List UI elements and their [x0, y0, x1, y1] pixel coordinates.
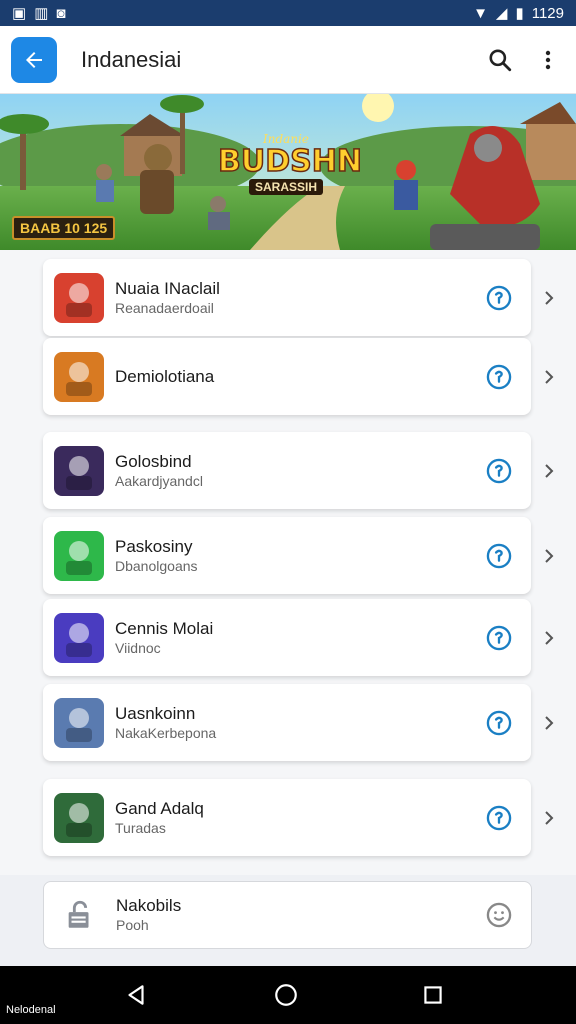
chevron-right-icon[interactable] [541, 369, 557, 385]
nav-recents-icon[interactable] [420, 982, 446, 1008]
app-icon [54, 272, 104, 323]
info-icon[interactable] [485, 542, 513, 570]
info-icon[interactable] [485, 457, 513, 485]
cell-signal-icon: ◢ [495, 5, 508, 22]
back-button[interactable] [11, 36, 57, 83]
list-item[interactable]: Demiolotiana [43, 338, 531, 415]
bottom-card-subtitle: Pooh [116, 917, 149, 933]
info-icon[interactable] [485, 804, 513, 832]
list-item-name: Nuaia INaclail [115, 278, 220, 298]
signal-icon: ▥ [34, 5, 49, 22]
list-item[interactable]: Nuaia INaclail Reanadaerdoail [43, 259, 531, 336]
app-bar: Indanesiai [0, 26, 576, 94]
logo-main-text: BUDSHN [217, 144, 362, 179]
info-icon[interactable] [485, 709, 513, 737]
notification-icon: ◙ [56, 4, 66, 22]
bottom-card-name: Nakobils [116, 896, 182, 915]
bottom-card[interactable]: Nakobils Pooh [43, 881, 532, 949]
list-item-subtitle: NakaKerbepona [115, 724, 217, 741]
list-item-subtitle: Viidnoc [115, 639, 161, 656]
list-item-subtitle: Turadas [115, 819, 166, 836]
game-banner[interactable]: BAAB 10 125 Indanie BUDSHN SARASSIH [0, 94, 576, 250]
system-nav-bar: Nelodenal [0, 966, 576, 1024]
page-title: Indanesiai [81, 46, 182, 72]
battery-icon: ▮ [515, 5, 524, 22]
app-icon [54, 792, 104, 843]
list-item-name: Demiolotiana [115, 366, 215, 386]
nav-home-icon[interactable] [273, 982, 299, 1008]
chevron-right-icon[interactable] [541, 548, 557, 564]
app-icon [54, 697, 104, 748]
more-vert-icon [545, 50, 551, 69]
nav-label: Nelodenal [6, 1004, 56, 1016]
search-button[interactable] [476, 36, 524, 84]
app-icon [54, 445, 104, 496]
nav-back-icon[interactable] [123, 982, 149, 1008]
more-options-button[interactable] [524, 36, 572, 84]
list-item-name: Uasnkoinn [115, 703, 196, 723]
list-item[interactable]: Uasnkoinn NakaKerbepona [43, 684, 531, 761]
list-item-subtitle: Reanadaerdoail [115, 299, 214, 316]
chevron-right-icon[interactable] [541, 463, 557, 479]
info-icon[interactable] [485, 624, 513, 652]
list-item-subtitle: Dbanolgoans [115, 557, 198, 574]
logo-sub-text: SARASSIH [248, 179, 323, 195]
arrow-left-icon [26, 51, 42, 68]
chevron-right-icon[interactable] [541, 810, 557, 826]
chevron-right-icon[interactable] [541, 715, 557, 731]
list-item-name: Cennis Molai [115, 618, 214, 638]
list-item-name: Gand Adalq [115, 798, 204, 818]
list-item[interactable]: Cennis Molai Viidnoc [43, 599, 531, 676]
info-icon[interactable] [485, 284, 513, 312]
list-item-subtitle: Aakardjyandcl [115, 472, 203, 489]
smiley-icon[interactable] [485, 901, 513, 929]
sim-icon: ▣ [12, 5, 27, 22]
bottom-card-icon [55, 890, 105, 940]
list-item[interactable]: Gand Adalq Turadas [43, 779, 531, 856]
banner-badge: BAAB 10 125 [12, 216, 116, 240]
chevron-right-icon[interactable] [541, 630, 557, 646]
clock: 1129 [531, 4, 564, 22]
search-icon [489, 48, 512, 71]
lock-icon [68, 900, 89, 928]
list-item-name: Golosbind [115, 451, 192, 471]
game-logo: Indanie BUDSHN SARASSIH [217, 132, 363, 196]
status-bar: ▣ ▥ ◙ ▼ ◢ ▮ 1129 [0, 0, 576, 26]
info-icon[interactable] [485, 363, 513, 391]
app-icon [54, 530, 104, 581]
app-icon [54, 612, 104, 663]
wifi-icon: ▼ [473, 4, 488, 22]
chevron-right-icon[interactable] [541, 290, 557, 306]
list-item-name: Paskosiny [115, 536, 193, 556]
app-icon [54, 351, 104, 402]
list-item[interactable]: Golosbind Aakardjyandcl [43, 432, 531, 509]
list-item[interactable]: Paskosiny Dbanolgoans [43, 517, 531, 594]
